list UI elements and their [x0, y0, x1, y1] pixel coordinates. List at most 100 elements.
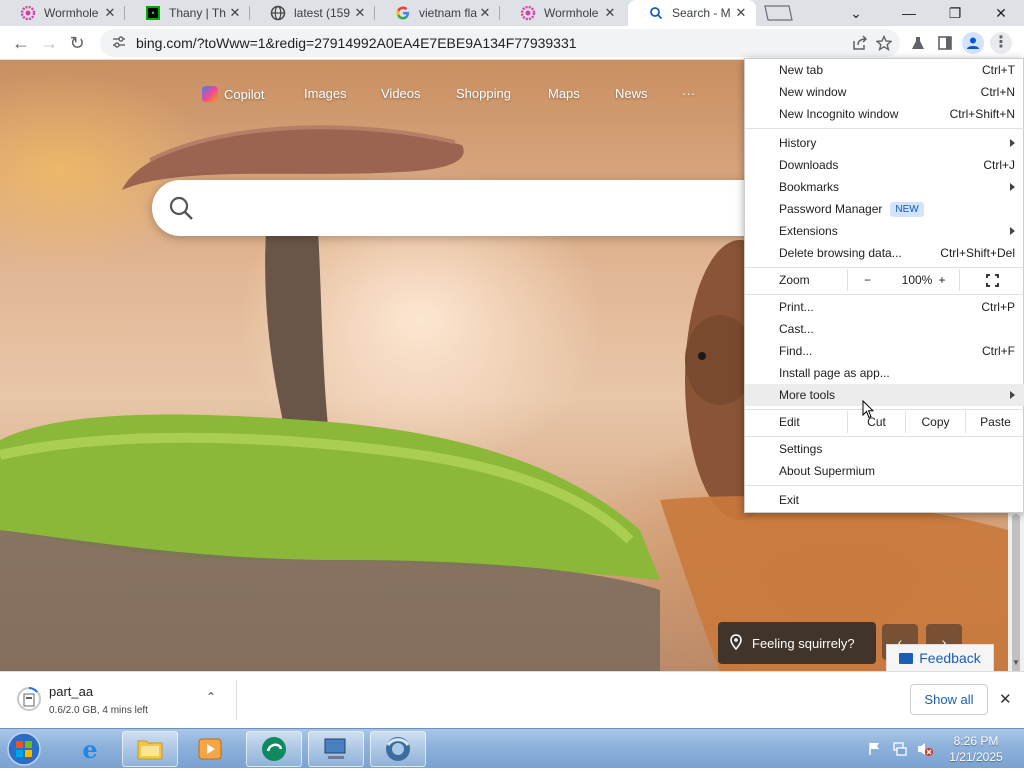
bing-search-box[interactable] — [152, 180, 772, 236]
zoom-out-button[interactable]: − — [847, 269, 887, 291]
site-info-icon[interactable] — [112, 35, 126, 52]
download-shelf: part_aa 0.6/2.0 GB, 4 mins left ⌃ Show a… — [0, 671, 1024, 728]
profile-avatar[interactable] — [962, 32, 984, 54]
restore-button[interactable]: ❐ — [932, 0, 978, 26]
reload-button[interactable]: ↻ — [64, 30, 90, 56]
close-window-button[interactable]: ✕ — [978, 0, 1024, 26]
menu-new-window[interactable]: New window Ctrl+N — [745, 81, 1024, 103]
restore-icon: ❐ — [948, 4, 962, 21]
copy-button[interactable]: Copy — [905, 411, 965, 433]
show-all-downloads-button[interactable]: Show all — [910, 684, 988, 715]
fullscreen-button[interactable] — [959, 269, 1024, 291]
windows-orb-icon — [7, 732, 41, 766]
zoom-in-button[interactable]: + — [927, 269, 957, 291]
menu-history[interactable]: History — [745, 132, 1024, 154]
bookmark-star-icon[interactable] — [873, 32, 895, 54]
computer-icon — [324, 738, 346, 759]
menu-separator — [745, 409, 1024, 410]
new-tab-button[interactable] — [762, 4, 794, 22]
menu-about[interactable]: About Supermium — [745, 460, 1024, 482]
menu-exit[interactable]: Exit — [745, 489, 1024, 511]
address-bar[interactable]: bing.com/?toWww=1&redig=27914992A0EA4E7E… — [100, 29, 900, 57]
download-item[interactable]: part_aa 0.6/2.0 GB, 4 mins left ⌃ — [0, 672, 236, 728]
menu-more-tools[interactable]: More tools — [745, 384, 1024, 406]
taskbar-media-player[interactable] — [182, 731, 238, 767]
folder-icon — [137, 740, 163, 760]
cut-button[interactable]: Cut — [847, 411, 905, 433]
scroll-down-icon[interactable]: ▼ — [1012, 658, 1020, 667]
side-panel-icon[interactable] — [934, 32, 956, 54]
feeling-squirrely-button[interactable]: Feeling squirrely? — [718, 622, 876, 664]
new-badge: NEW — [890, 201, 924, 217]
tab-thany[interactable]: • Thany | Th ✕ — [125, 0, 250, 26]
tab-latest[interactable]: latest (159 ✕ — [250, 0, 375, 26]
flag-icon[interactable] — [868, 742, 882, 759]
bing-nav-news[interactable]: News — [615, 86, 648, 101]
windows-taskbar: e 8:26 PM 1/21/2025 — [0, 728, 1024, 768]
menu-button[interactable]: ⋮ — [990, 32, 1012, 54]
bing-nav-videos[interactable]: Videos — [381, 86, 421, 101]
tab-title: Wormhole — [44, 6, 99, 20]
close-icon[interactable]: ✕ — [734, 5, 748, 21]
close-icon[interactable]: ✕ — [478, 5, 492, 21]
tab-strip: Wormhole ✕ • Thany | Th ✕ latest (159 ✕ … — [0, 0, 1024, 26]
close-shelf-icon[interactable]: ✕ — [999, 690, 1012, 708]
menu-password-manager[interactable]: Password Manager NEW — [745, 198, 1024, 220]
share-icon[interactable] — [849, 32, 871, 54]
minimize-button[interactable]: — — [886, 0, 932, 26]
feedback-button[interactable]: Feedback — [886, 644, 994, 671]
taskbar-remote-desktop[interactable] — [308, 731, 364, 767]
back-button[interactable]: ← — [8, 30, 34, 56]
menu-downloads[interactable]: Downloads Ctrl+J — [745, 154, 1024, 176]
submenu-arrow-icon — [1010, 227, 1015, 235]
tab-title: Thany | Th — [169, 6, 226, 20]
start-button[interactable] — [4, 730, 44, 768]
menu-cast[interactable]: Cast... — [745, 318, 1024, 340]
bing-nav-images[interactable]: Images — [304, 86, 347, 101]
paste-button[interactable]: Paste — [965, 411, 1024, 433]
menu-bookmarks[interactable]: Bookmarks — [745, 176, 1024, 198]
file-icon — [17, 686, 41, 715]
taskbar-internet-explorer[interactable]: e — [62, 731, 118, 767]
bing-nav-more[interactable]: ··· — [682, 86, 695, 101]
close-icon[interactable]: ✕ — [103, 5, 117, 21]
tab-title: latest (159 — [294, 6, 351, 20]
reload-icon: ↻ — [69, 32, 85, 53]
network-icon[interactable] — [892, 741, 908, 760]
menu-settings[interactable]: Settings — [745, 438, 1024, 460]
bing-nav-maps[interactable]: Maps — [548, 86, 580, 101]
tab-wormhole-2[interactable]: Wormhole ✕ — [500, 0, 625, 26]
flower-icon — [520, 5, 536, 21]
edit-label: Edit — [779, 415, 800, 429]
globe-icon — [270, 5, 286, 21]
close-icon[interactable]: ✕ — [353, 5, 367, 21]
bing-nav-shopping[interactable]: Shopping — [456, 86, 511, 101]
menu-find[interactable]: Find... Ctrl+F — [745, 340, 1024, 362]
tab-search-dropdown[interactable]: ⌄ — [834, 0, 878, 26]
close-icon[interactable]: ✕ — [603, 5, 617, 21]
menu-new-incognito[interactable]: New Incognito window Ctrl+Shift+N — [745, 103, 1024, 125]
extension-flask-icon[interactable] — [907, 32, 929, 54]
menu-new-tab[interactable]: New tab Ctrl+T — [745, 59, 1024, 81]
media-player-icon — [198, 738, 222, 760]
taskbar-clock[interactable]: 8:26 PM 1/21/2025 — [936, 733, 1016, 765]
taskbar-app-green[interactable] — [246, 731, 302, 767]
menu-delete-browsing-data[interactable]: Delete browsing data... Ctrl+Shift+Del — [745, 242, 1024, 264]
arrow-right-icon: → — [40, 32, 58, 53]
tab-search-active[interactable]: Search - M ✕ — [628, 0, 756, 26]
taskbar-supermium[interactable] — [370, 731, 426, 767]
tab-vietnam[interactable]: vietnam fla ✕ — [375, 0, 500, 26]
forward-button[interactable]: → — [36, 30, 62, 56]
volume-muted-icon[interactable] — [916, 741, 934, 760]
green-app-icon — [262, 737, 286, 761]
menu-extensions[interactable]: Extensions — [745, 220, 1024, 242]
menu-install-app[interactable]: Install page as app... — [745, 362, 1024, 384]
zoom-label: Zoom — [779, 273, 810, 287]
taskbar-file-explorer[interactable] — [122, 731, 178, 767]
chevron-up-icon[interactable]: ⌃ — [206, 690, 216, 704]
close-icon[interactable]: ✕ — [228, 5, 242, 21]
tab-wormhole-1[interactable]: Wormhole ✕ — [0, 0, 125, 26]
bing-nav-copilot[interactable]: Copilot — [202, 86, 264, 102]
menu-print[interactable]: Print... Ctrl+P — [745, 296, 1024, 318]
menu-edit-row: Edit Cut Copy Paste — [745, 411, 1024, 433]
